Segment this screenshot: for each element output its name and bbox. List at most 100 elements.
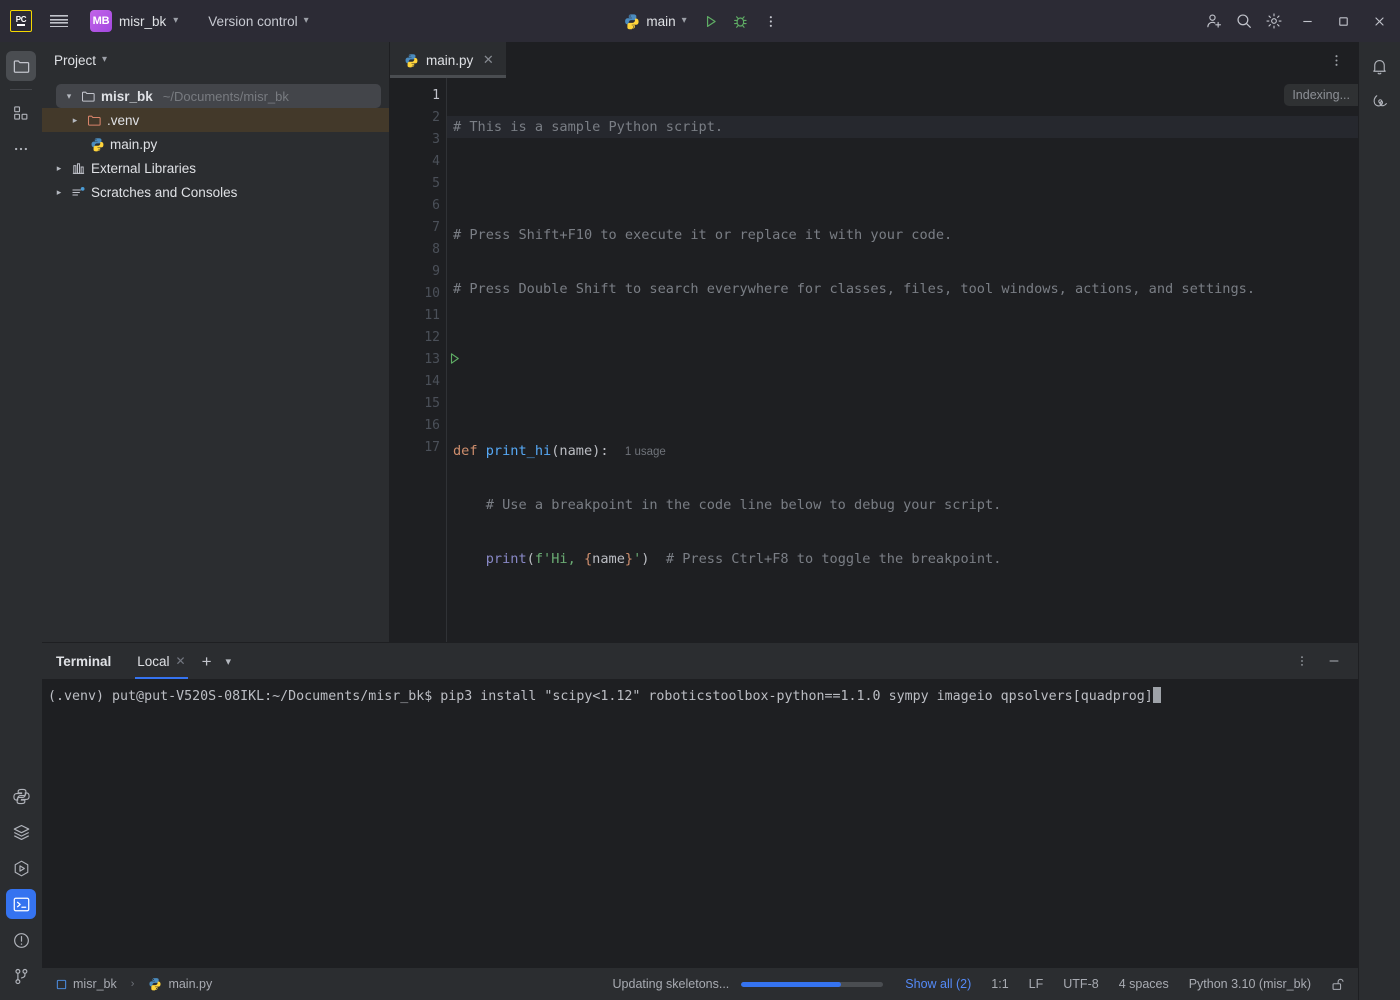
line-number: 7 [432,219,440,235]
gear-icon[interactable] [1260,7,1288,35]
code-editor[interactable]: Indexing... 1 2 3 4 5 6 7 8 9 10 11 12 1… [390,78,1358,642]
pycharm-logo-text: PC [15,15,27,25]
function-params: (name): [551,443,609,459]
tab-label: main.py [426,52,474,68]
paren-open: ( [526,551,535,567]
line-number: 10 [424,285,440,301]
project-selector[interactable]: MB misr_bk ▾ [82,6,186,36]
sidebar-item-notifications[interactable] [1365,51,1395,81]
chevron-right-icon[interactable]: ▸ [68,115,82,126]
more-vertical-icon[interactable] [1322,46,1350,74]
terminal-header: Terminal Local ✕ + ▾ [42,643,1358,679]
tree-sublabel: ~/Documents/misr_bk [162,88,289,104]
hamburger-menu-icon[interactable] [42,0,76,42]
chevron-down-icon[interactable]: ▾ [220,655,238,668]
left-tool-stripe [0,42,42,1000]
project-name-label: misr_bk [119,13,167,29]
close-button[interactable] [1362,6,1396,36]
more-vertical-icon[interactable] [1288,647,1316,675]
terminal-title: Terminal [56,653,112,669]
breadcrumb-file[interactable]: main.py [168,977,212,991]
version-control-menu[interactable]: Version control ▾ [198,10,318,33]
chevron-down-icon[interactable]: ▾ [102,54,107,65]
sidebar-item-python-console[interactable] [6,781,36,811]
folder-orange-icon [87,113,102,128]
usage-inlay-hint[interactable]: 1 usage [625,446,666,458]
sidebar-item-project[interactable] [6,51,36,81]
search-icon[interactable] [1230,7,1258,35]
center-column: Project ▾ ▾ misr_bk ~/Documents/misr_bk … [42,42,1358,1000]
gutter-run-icon[interactable] [447,351,462,366]
chevron-down-icon: ▾ [173,14,179,26]
caret-position[interactable]: 1:1 [981,977,1018,991]
code-content[interactable]: # This is a sample Python script. # Pres… [446,78,1358,642]
keyword-def: def [453,443,478,459]
indent-setting[interactable]: 4 spaces [1109,977,1179,991]
maximize-button[interactable] [1326,6,1360,36]
add-user-icon[interactable] [1200,7,1228,35]
minimize-icon[interactable] [1320,647,1348,675]
indexing-status-badge: Indexing... [1284,84,1358,106]
line-number: 5 [432,175,440,191]
minimize-button[interactable] [1290,6,1324,36]
project-tree: ▾ misr_bk ~/Documents/misr_bk ▸ .venv ma… [42,78,389,204]
terminal-header-actions [1288,647,1358,675]
tree-label: External Libraries [91,160,197,176]
sidebar-item-terminal[interactable] [6,889,36,919]
breadcrumb-separator: › [130,978,135,990]
project-panel-title: Project [54,52,97,68]
upper-area: Project ▾ ▾ misr_bk ~/Documents/misr_bk … [42,42,1358,642]
line-number: 15 [424,395,440,411]
run-button[interactable] [697,7,725,35]
project-panel-header[interactable]: Project ▾ [42,42,389,78]
breadcrumb: misr_bk › main.py [56,977,212,991]
tree-node-scratches[interactable]: ▸ Scratches and Consoles [42,180,389,204]
interpreter-selector[interactable]: Python 3.10 (misr_bk) [1179,977,1321,991]
tree-node-misr_bk[interactable]: ▾ misr_bk ~/Documents/misr_bk [56,84,381,108]
tree-node-external-libraries[interactable]: ▸ External Libraries [42,156,389,180]
sidebar-item-version-control[interactable] [6,961,36,991]
unlocked-padlock-icon[interactable] [1321,977,1346,992]
sidebar-item-python-packages[interactable] [6,817,36,847]
file-encoding[interactable]: UTF-8 [1053,977,1108,991]
sidebar-item-problems[interactable] [6,925,36,955]
chevron-down-icon[interactable]: ▾ [62,91,76,102]
background-task-progress [741,981,884,987]
builtin-print: print [485,551,527,567]
tree-node-venv[interactable]: ▸ .venv [42,108,389,132]
close-icon[interactable]: ✕ [176,654,186,668]
tree-node-main-py[interactable]: main.py [42,132,389,156]
terminal-tab-local[interactable]: Local ✕ [129,643,193,679]
terminal-cursor [1152,687,1161,703]
sidebar-item-run[interactable] [6,853,36,883]
title-bar-left: PC MB misr_bk ▾ Version control ▾ [0,0,319,42]
terminal-output[interactable]: (.venv) put@put-V520S-08IKL:~/Documents/… [42,679,1358,968]
editor-gutter[interactable]: 1 2 3 4 5 6 7 8 9 10 11 12 13 14 15 16 1… [390,78,459,642]
run-configuration-selector[interactable]: main ▾ [615,9,694,34]
line-number-with-run-marker: 13 [390,348,459,370]
sidebar-item-structure[interactable] [6,98,36,128]
plus-icon[interactable]: + [194,653,220,670]
debug-bug-icon[interactable] [727,7,755,35]
code-line-8: # Use a breakpoint in the code line belo… [453,494,1358,516]
sidebar-item-ai-assistant[interactable] [1365,87,1395,117]
code-line-1: # This is a sample Python script. [447,116,1358,138]
more-vertical-icon[interactable] [757,7,785,35]
line-number: 1 [432,87,440,103]
tree-label: .venv [107,112,140,128]
sidebar-item-more[interactable] [6,134,36,164]
breadcrumb-project[interactable]: misr_bk [73,977,117,991]
tree-label: main.py [110,136,158,152]
version-control-label: Version control [208,13,298,29]
comment-text: # Press Shift+F10 to execute it or repla… [453,227,953,243]
chevron-right-icon[interactable]: ▸ [52,163,66,174]
tab-main-py[interactable]: main.py ✕ [390,42,507,78]
close-icon[interactable]: ✕ [480,52,496,68]
comment-text: # Press Ctrl+F8 to toggle the breakpoint… [649,551,1002,567]
terminal-command: pip3 install "scipy<1.12" roboticstoolbo… [440,689,1153,704]
chevron-right-icon[interactable]: ▸ [52,187,66,198]
line-separator[interactable]: LF [1019,977,1054,991]
show-all-tasks-link[interactable]: Show all (2) [895,977,981,991]
